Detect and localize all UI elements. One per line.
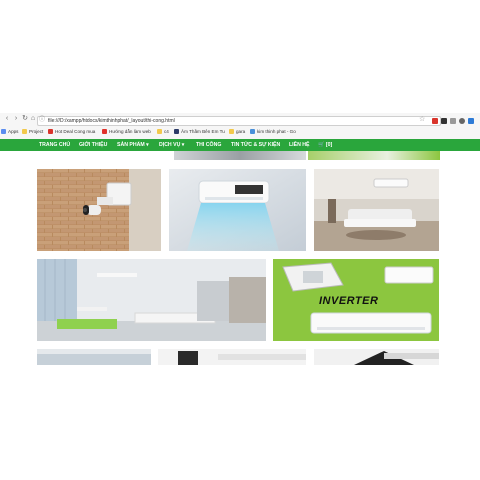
forward-icon[interactable]: › [12,115,20,123]
extension-icon[interactable] [459,118,465,124]
ceiling-photo-3[interactable] [314,349,439,365]
inverter-label: INVERTER [319,295,379,307]
living-room-image [314,169,439,251]
bookmark-huongdan[interactable]: Hướng dẫn làm web [102,127,151,137]
air-conditioner-wall-photo[interactable] [169,169,306,251]
star-icon[interactable]: ☆ [419,116,425,124]
apps-icon [1,129,6,134]
security-camera-image [37,169,161,251]
youtube-icon [102,129,107,134]
bookmark-gara[interactable]: gara [229,127,245,137]
home-icon[interactable]: ⌂ [29,115,37,123]
extension-icon[interactable] [468,118,474,124]
top-photo-partial [308,151,440,160]
url-text: file:///D:/xampp/htdocs/kimthinhphat/_la… [48,118,175,124]
inverter-ac-photo[interactable]: INVERTER [273,259,439,341]
reload-icon[interactable]: ↻ [21,115,29,123]
nav-gioi-thieu[interactable]: GIỚI THIỆU [79,139,107,151]
page-icon [174,129,179,134]
nav-trang-chu[interactable]: TRANG CHỦ [39,139,70,151]
kitchen-image [37,259,266,341]
nav-san-pham[interactable]: SẢN PHẨM ▾ [117,139,149,151]
bookmark-kimthinhphat[interactable]: kim thinh phat - Go [250,127,296,137]
address-bar[interactable]: file:///D:/xampp/htdocs/kimthinhphat/_la… [37,116,441,126]
security-camera-photo[interactable] [37,169,161,251]
folder-icon [157,129,162,134]
ceiling-image-2 [158,349,306,365]
google-icon [250,129,255,134]
ac-wall-image [169,169,306,251]
nav-dich-vu[interactable]: DỊCH VỤ ▾ [159,139,184,151]
ceiling-photo-1[interactable] [37,349,151,365]
page-info-icon[interactable]: ⓘ [39,116,47,124]
nav-lien-he[interactable]: LIÊN HỆ [289,139,309,151]
nav-tin-tuc[interactable]: TIN TỨC & SỰ KIỆN [231,139,280,151]
extension-icon[interactable] [441,118,447,124]
ceiling-photo-2[interactable] [158,349,306,365]
folder-icon [22,129,27,134]
hotdeal-icon [48,129,53,134]
bookmark-hotdeal[interactable]: Hot Deal Cong mua [48,127,95,137]
nav-cart[interactable]: 🛒 [0] [318,139,332,151]
bookmark-amtham[interactable]: Âm Thầm Bên Em Tu [174,127,225,137]
kitchen-dining-photo[interactable] [37,259,266,341]
folder-icon [229,129,234,134]
nav-thi-cong[interactable]: THI CÔNG [196,139,221,151]
living-room-ac-photo[interactable] [314,169,439,251]
bookmarks-bar: Apps Project Hot Deal Cong mua Hướng dẫn… [0,127,480,137]
bookmark-project[interactable]: Project [22,127,43,137]
extension-icon[interactable] [432,118,438,124]
ceiling-image-3 [314,349,439,365]
bookmark-apps[interactable]: Apps [1,127,18,137]
extension-icon[interactable] [450,118,456,124]
site-nav: TRANG CHỦ GIỚI THIỆU SẢN PHẨM ▾ DỊCH VỤ … [0,139,480,151]
bookmark-c4[interactable]: c4 [157,127,169,137]
top-photo-partial [174,151,306,160]
ceiling-image-1 [37,349,151,365]
back-icon[interactable]: ‹ [3,115,11,123]
